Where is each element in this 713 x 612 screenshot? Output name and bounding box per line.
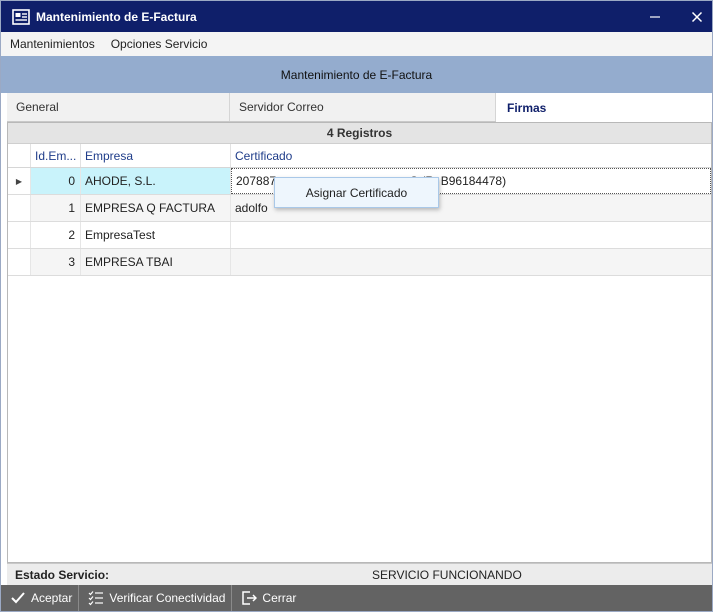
efactura-window: Mantenimiento de E-Factura Mantenimiento…	[0, 0, 713, 612]
cell-empresa[interactable]: EmpresaTest	[81, 222, 231, 248]
table-row[interactable]: 2 EmpresaTest	[8, 222, 711, 249]
accept-button[interactable]: Aceptar	[1, 585, 80, 611]
close-button[interactable]: Cerrar	[232, 585, 302, 611]
checkmark-icon	[10, 591, 26, 605]
checklist-icon	[88, 590, 104, 606]
app-document-icon	[11, 7, 31, 27]
page-header: Mantenimiento de E-Factura	[1, 56, 712, 93]
close-window-button[interactable]	[676, 1, 713, 32]
cell-empresa[interactable]: EMPRESA Q FACTURA	[81, 195, 231, 221]
window-title: Mantenimiento de E-Factura	[36, 9, 197, 24]
minimize-button[interactable]	[634, 1, 676, 32]
tab-general[interactable]: General	[7, 93, 230, 121]
column-header-empresa[interactable]: Empresa	[81, 144, 231, 167]
menu-mantenimientos[interactable]: Mantenimientos	[3, 37, 102, 51]
row-indicator-header	[8, 144, 31, 167]
verify-connectivity-label: Verificar Conectividad	[109, 591, 226, 605]
status-value: SERVICIO FUNCIONANDO	[372, 567, 522, 582]
verify-connectivity-button[interactable]: Verificar Conectividad	[79, 585, 233, 611]
context-menu-item-asignar-certificado[interactable]: Asignar Certificado	[306, 186, 407, 200]
column-header-certificado[interactable]: Certificado	[231, 144, 711, 167]
cell-certificado[interactable]	[231, 222, 711, 248]
title-bar: Mantenimiento de E-Factura	[1, 1, 712, 32]
bottom-toolbar: Aceptar Verificar Conectividad Cerrar	[1, 585, 712, 611]
certificado-value: 207887	[236, 174, 277, 188]
close-label: Cerrar	[262, 591, 297, 605]
table-row[interactable]: 3 EMPRESA TBAI	[8, 249, 711, 276]
cell-id[interactable]: 2	[31, 222, 81, 248]
status-bar: Estado Servicio: SERVICIO FUNCIONANDO	[7, 563, 712, 585]
menu-opciones-servicio[interactable]: Opciones Servicio	[104, 37, 215, 51]
minimize-icon	[650, 15, 660, 18]
grid-header: Id.Em... Empresa Certificado	[8, 144, 711, 168]
cell-id[interactable]: 1	[31, 195, 81, 221]
page-title: Mantenimiento de E-Factura	[280, 67, 433, 82]
tab-firmas[interactable]: Firmas	[496, 93, 712, 122]
grid-record-count: 4 Registros	[8, 123, 711, 144]
current-row-indicator-icon: ▶	[8, 168, 31, 194]
context-menu-assign-certificate[interactable]: Asignar Certificado	[274, 177, 439, 208]
close-icon	[691, 11, 703, 22]
tab-servidor-correo[interactable]: Servidor Correo	[230, 93, 496, 121]
tab-strip: General Servidor Correo Firmas	[7, 93, 712, 122]
accept-label: Aceptar	[31, 591, 73, 605]
menu-bar: Mantenimientos Opciones Servicio	[1, 32, 712, 56]
cell-id[interactable]: 3	[31, 249, 81, 275]
cell-id[interactable]: 0	[31, 168, 81, 194]
status-label: Estado Servicio:	[15, 567, 110, 582]
cell-empresa[interactable]: EMPRESA TBAI	[81, 249, 231, 275]
cell-empresa[interactable]: AHODE, S.L.	[81, 168, 231, 194]
exit-icon	[241, 590, 258, 606]
column-header-id[interactable]: Id.Em...	[31, 144, 81, 167]
cell-certificado[interactable]	[231, 249, 711, 275]
